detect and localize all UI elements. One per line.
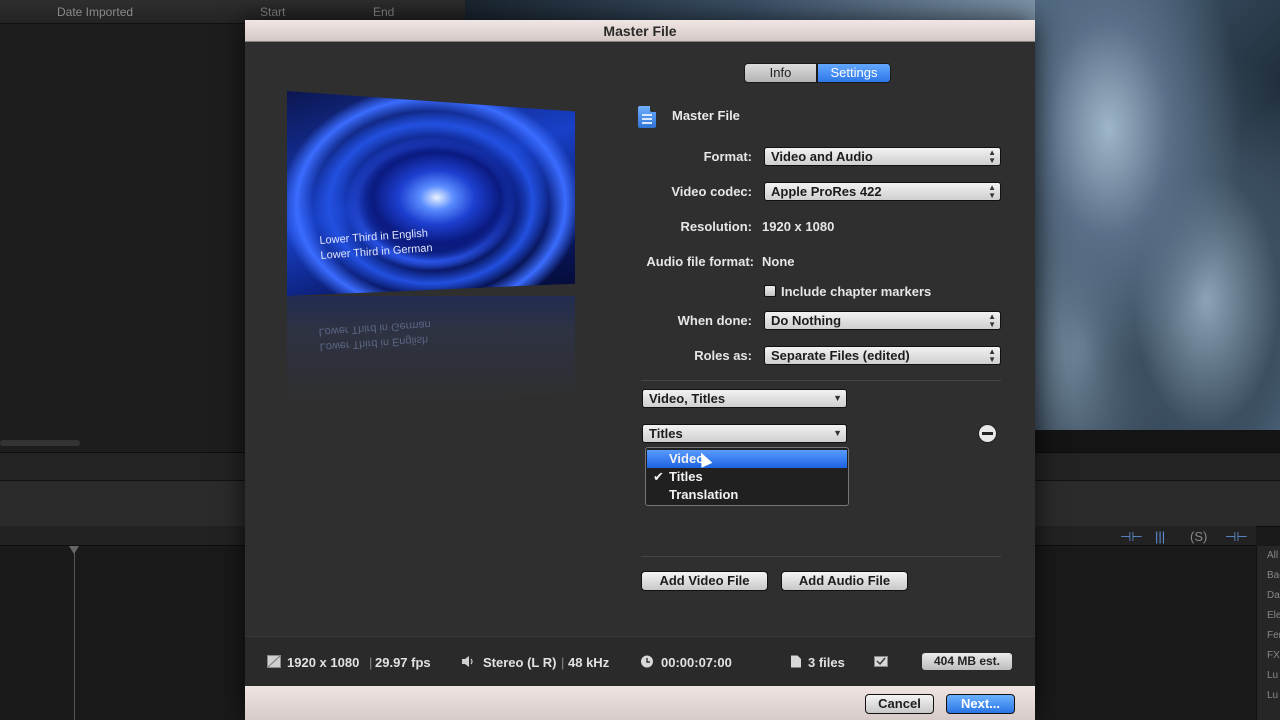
resolution-label: Resolution: (680, 219, 753, 234)
file-icon (791, 655, 801, 668)
playhead[interactable] (74, 546, 75, 720)
menu-item-label: Titles (669, 469, 703, 484)
video-codec-popup[interactable]: Apple ProRes 422 ▲ ▼ (764, 182, 1001, 201)
settings-heading: Master File (672, 108, 740, 123)
popup-arrows-icon: ▲ ▼ (988, 148, 996, 165)
video-frame-icon (267, 655, 281, 668)
audio-format-value: None (762, 254, 795, 269)
status-bar: 1920 x 1080 | 29.97 fps Stereo (L R) | 4… (245, 636, 1035, 686)
speaker-icon (462, 656, 473, 667)
roles-as-popup[interactable]: Separate Files (edited) ▲ ▼ (764, 346, 1001, 365)
viewer-image (1035, 0, 1280, 430)
format-value: Video and Audio (771, 149, 873, 164)
dialog-title: Master File (245, 20, 1035, 42)
chapter-markers-checkbox[interactable] (764, 285, 776, 297)
column-end[interactable]: End (373, 5, 394, 19)
checkmark-icon: ✔ (653, 469, 664, 484)
audio-waveform-icon[interactable]: ||| (1155, 529, 1165, 544)
audio-format-label: Audio file format: (646, 254, 754, 269)
role-file-value: Titles (649, 426, 683, 441)
master-file-icon (638, 106, 656, 128)
chevron-down-icon: ▼ (833, 393, 842, 403)
browser-scrollbar[interactable] (0, 440, 80, 446)
status-files: 3 files (808, 655, 845, 670)
next-button[interactable]: Next... (946, 694, 1015, 714)
menu-item-translation[interactable]: Translation (647, 486, 847, 504)
playhead-handle-icon[interactable] (69, 546, 79, 554)
role-file-popup-1[interactable]: Video, Titles ▼ (642, 389, 847, 408)
status-duration: 00:00:07:00 (661, 655, 732, 670)
snapping-icon[interactable]: ⊣⊢ (1225, 529, 1248, 545)
effects-sidebar: All Bac Dat Ele Fer FX Lu Lu (1256, 546, 1280, 720)
status-sample-rate: 48 kHz (568, 655, 610, 670)
column-start[interactable]: Start (260, 5, 285, 19)
sidebar-item[interactable]: Fer (1257, 626, 1280, 646)
sidebar-item[interactable]: FX (1257, 646, 1280, 666)
chevron-down-icon: ▼ (833, 428, 842, 438)
when-done-popup[interactable]: Do Nothing ▲ ▼ (764, 311, 1001, 330)
when-done-label: When done: (677, 313, 752, 328)
video-codec-label: Video codec: (671, 184, 752, 199)
format-popup[interactable]: Video and Audio ▲ ▼ (764, 147, 1001, 166)
sidebar-item[interactable]: Lu (1257, 686, 1280, 706)
clock-icon (641, 655, 653, 668)
solo-icon[interactable]: (S) (1190, 529, 1207, 544)
divider (641, 380, 1001, 381)
when-done-value: Do Nothing (771, 313, 842, 328)
roles-as-label: Roles as: (694, 348, 752, 363)
role-file-value: Video, Titles (649, 391, 726, 406)
sidebar-item[interactable]: Bac (1257, 566, 1280, 586)
viewer-top-strip (465, 0, 1035, 20)
clip-appearance-icon[interactable]: ⊣⊢ (1120, 529, 1143, 545)
master-file-dialog: Master File Info Settings Lower Third in… (245, 20, 1035, 720)
resolution-value: 1920 x 1080 (762, 219, 835, 234)
cancel-button[interactable]: Cancel (865, 694, 934, 714)
menu-item-video[interactable]: Video (647, 450, 847, 468)
status-resolution: 1920 x 1080 (287, 655, 360, 670)
sidebar-item[interactable]: Dat (1257, 586, 1280, 606)
status-separator: | (369, 655, 373, 670)
sidebar-item[interactable]: Lu (1257, 666, 1280, 686)
menu-item-titles[interactable]: ✔ Titles (647, 468, 847, 486)
divider (641, 556, 1001, 557)
timeline-tools: ⊣⊢ ||| (S) ⊣⊢ (1110, 528, 1260, 548)
add-audio-file-button[interactable]: Add Audio File (781, 571, 908, 591)
format-label: Format: (703, 149, 752, 164)
checklist-icon (874, 656, 888, 667)
video-codec-value: Apple ProRes 422 (771, 184, 882, 199)
add-video-file-button[interactable]: Add Video File (641, 571, 768, 591)
chapter-markers-label[interactable]: Include chapter markers (781, 284, 931, 299)
column-date-imported[interactable]: Date Imported (57, 5, 133, 19)
sidebar-item[interactable]: Ele (1257, 606, 1280, 626)
popup-arrows-icon: ▲ ▼ (988, 347, 996, 364)
role-file-popup-2[interactable]: Titles ▼ (642, 424, 847, 443)
popup-arrows-icon: ▲ ▼ (988, 312, 996, 329)
menu-item-label: Translation (669, 487, 739, 502)
remove-file-button[interactable] (978, 424, 997, 443)
status-audio: Stereo (L R) (483, 655, 557, 670)
role-menu: Video ✔ Titles Translation (645, 447, 849, 506)
tab-settings[interactable]: Settings (817, 63, 891, 83)
sidebar-item[interactable]: All (1257, 546, 1280, 566)
preview-thumbnail (287, 91, 575, 296)
roles-as-value: Separate Files (edited) (771, 348, 910, 363)
size-estimate-badge: 404 MB est. (922, 653, 1012, 670)
popup-arrows-icon: ▲ ▼ (988, 183, 996, 200)
tab-info[interactable]: Info (744, 63, 817, 83)
status-separator: | (561, 655, 565, 670)
status-fps: 29.97 fps (375, 655, 431, 670)
